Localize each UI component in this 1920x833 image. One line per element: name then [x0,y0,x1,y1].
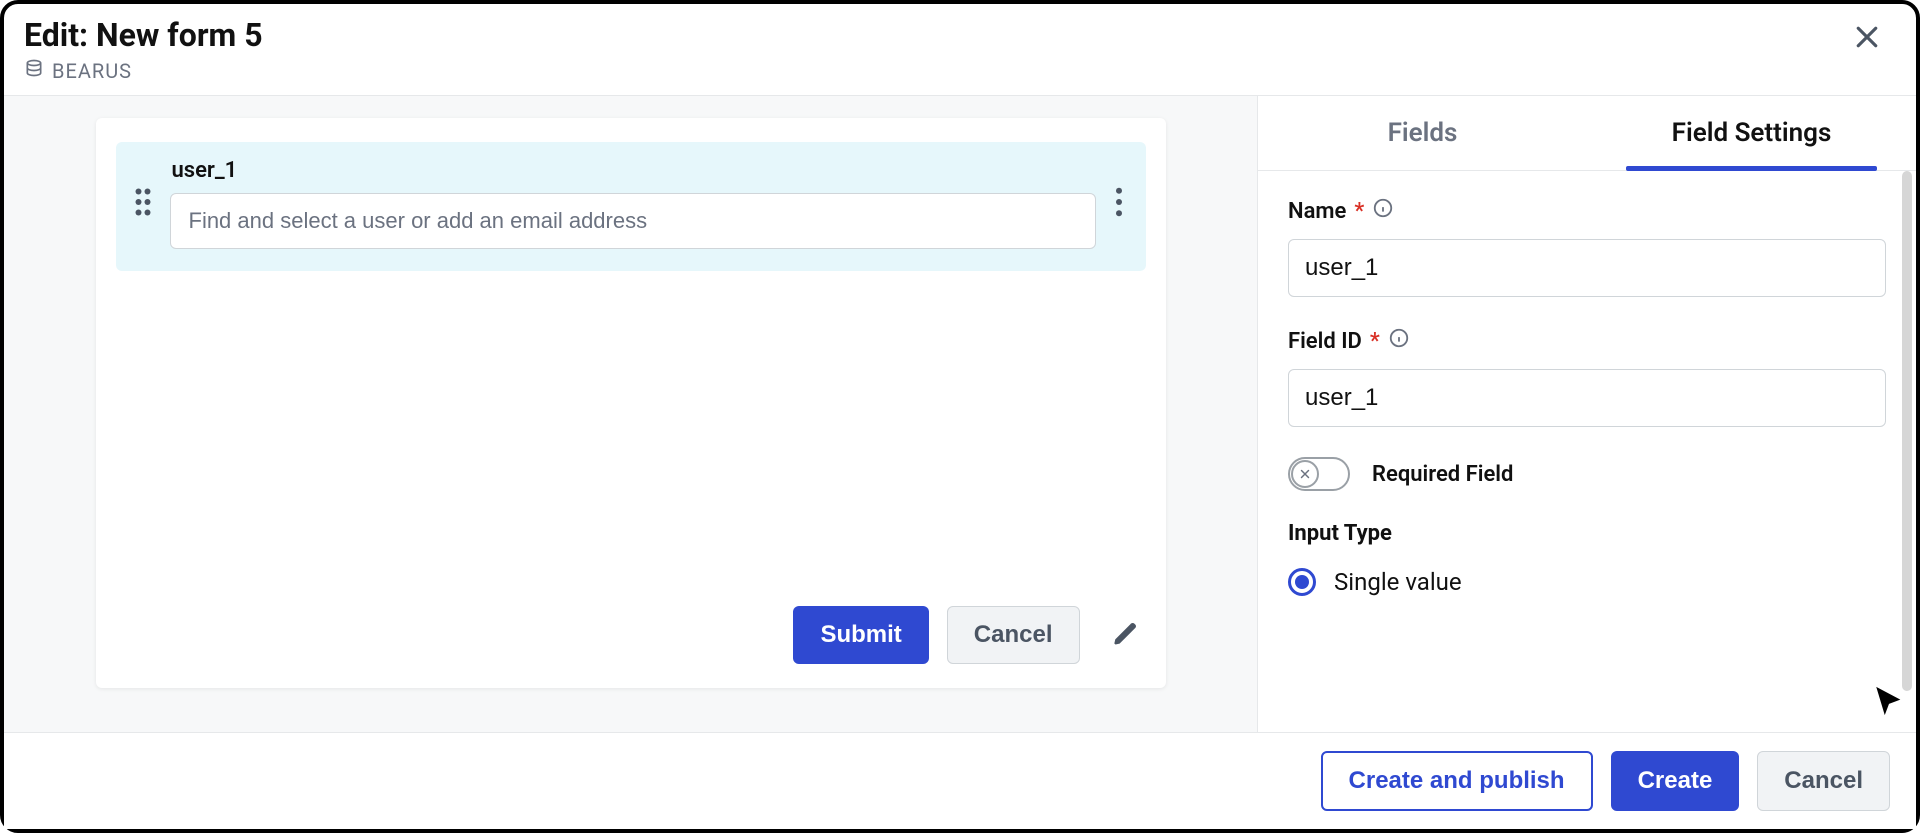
kebab-icon [1114,187,1124,217]
name-input[interactable] [1288,239,1886,297]
cancel-button[interactable]: Cancel [1757,751,1890,811]
page-title: Edit: New form 5 [24,16,263,54]
user-picker-input[interactable] [170,193,1096,249]
required-toggle-label: Required Field [1372,462,1513,487]
datasource-row: BEARUS [24,58,263,83]
info-icon[interactable] [1388,327,1410,355]
toggle-knob [1291,460,1319,488]
info-icon[interactable] [1372,197,1394,225]
datasource-name: BEARUS [52,59,132,83]
pencil-icon [1112,620,1140,648]
submit-button[interactable]: Submit [793,606,928,664]
sidebar-tabs: Fields Field Settings [1258,96,1916,171]
drag-handle-icon[interactable] [130,187,156,221]
x-icon [1298,467,1312,481]
form-canvas: user_1 Submit Cancel [4,96,1258,732]
modal-footer: Create and publish Create Cancel [4,732,1916,829]
settings-sidebar: Fields Field Settings Name * Field ID * [1258,96,1916,732]
fieldid-input[interactable] [1288,369,1886,427]
database-icon [24,58,44,83]
create-button[interactable]: Create [1611,751,1740,811]
form-card: user_1 Submit Cancel [96,118,1166,688]
close-icon [1852,22,1882,52]
radio-label: Single value [1334,568,1462,596]
scrollbar-thumb[interactable] [1902,171,1912,691]
form-field-block[interactable]: user_1 [116,142,1146,271]
form-cancel-button[interactable]: Cancel [947,606,1080,664]
tab-fields[interactable]: Fields [1258,96,1587,170]
close-button[interactable] [1846,16,1888,61]
required-toggle[interactable] [1288,457,1350,491]
tab-field-settings[interactable]: Field Settings [1587,96,1916,170]
field-label: user_1 [170,158,1096,183]
radio-single-value[interactable]: Single value [1288,562,1886,602]
name-label: Name * [1288,197,1886,225]
required-star: * [1354,199,1364,224]
modal-header: Edit: New form 5 BEARUS [4,4,1916,96]
field-more-button[interactable] [1110,183,1128,224]
edit-buttons-button[interactable] [1106,614,1146,657]
required-star: * [1370,329,1380,354]
fieldid-label: Field ID * [1288,327,1886,355]
sidebar-scrollbar[interactable] [1900,171,1916,691]
create-and-publish-button[interactable]: Create and publish [1321,751,1593,811]
input-type-heading: Input Type [1288,521,1886,546]
radio-icon [1288,568,1316,596]
